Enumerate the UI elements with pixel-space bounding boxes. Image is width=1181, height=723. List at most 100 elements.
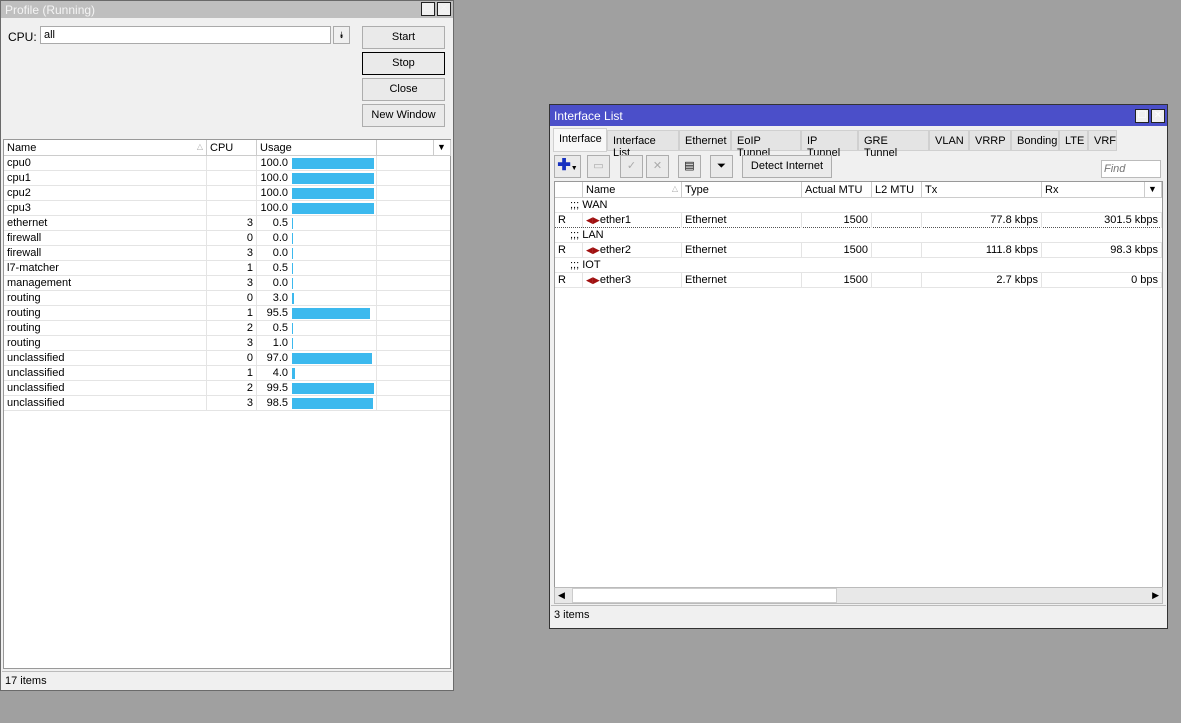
row-cpu: 0 — [207, 231, 257, 246]
column-flags[interactable] — [555, 182, 583, 198]
tab-ethernet[interactable]: Ethernet — [679, 130, 731, 151]
new-window-button[interactable]: New Window — [362, 104, 445, 127]
usage-bar — [292, 173, 374, 184]
profile-title-bar[interactable]: Profile (Running) ☐ ✕ — [1, 1, 453, 18]
table-row[interactable]: cpu0 100.0 — [4, 156, 450, 171]
close-window-button[interactable]: ✕ — [1151, 109, 1165, 123]
column-name[interactable]: Name △ — [583, 182, 682, 198]
table-row[interactable]: firewall 0 0.0 — [4, 231, 450, 246]
column-cpu[interactable]: CPU — [207, 140, 257, 156]
scrollbar-thumb[interactable] — [572, 588, 837, 603]
tab-ip-tunnel[interactable]: IP Tunnel — [801, 130, 858, 159]
column-l2-mtu[interactable]: L2 MTU — [872, 182, 922, 198]
row-name: unclassified — [4, 351, 207, 366]
tab-eoip-tunnel[interactable]: EoIP Tunnel — [731, 130, 801, 159]
remove-button[interactable]: ▭ — [587, 155, 610, 178]
table-row[interactable]: unclassified 1 4.0 — [4, 366, 450, 381]
table-row[interactable]: ethernet 3 0.5 — [4, 216, 450, 231]
row-cpu: 3 — [207, 216, 257, 231]
comment-row[interactable]: ;;; IOT — [555, 258, 1162, 273]
row-cpu: 3 — [207, 396, 257, 411]
maximize-button[interactable]: ☐ — [421, 2, 435, 16]
cpu-select[interactable]: all — [40, 26, 331, 44]
tab-lte[interactable]: LTE — [1059, 130, 1088, 151]
table-row[interactable]: routing 3 1.0 — [4, 336, 450, 351]
table-row[interactable]: cpu3 100.0 — [4, 201, 450, 216]
row-cpu: 0 — [207, 351, 257, 366]
row-name: routing — [4, 291, 207, 306]
detect-internet-button[interactable]: Detect Internet — [742, 155, 832, 178]
maximize-button[interactable]: ☐ — [1135, 109, 1149, 123]
table-row[interactable]: R ◀▶ether3 Ethernet 1500 2.7 kbps 0 bps — [555, 273, 1162, 288]
columns-menu-icon[interactable]: ▼ — [434, 140, 451, 156]
comment-text: ;;; IOT — [570, 259, 601, 271]
row-flag: R — [555, 213, 583, 228]
row-usage: 99.5 — [257, 381, 377, 396]
column-rx[interactable]: Rx — [1042, 182, 1145, 198]
row-usage: 100.0 — [257, 156, 377, 171]
row-name: ethernet — [4, 216, 207, 231]
row-usage: 0.0 — [257, 246, 377, 261]
enable-button[interactable]: ✓ — [620, 155, 643, 178]
table-row[interactable]: unclassified 2 99.5 — [4, 381, 450, 396]
row-name: cpu0 — [4, 156, 207, 171]
usage-bar — [292, 293, 295, 304]
cpu-dropdown-button[interactable]: ⯯ — [333, 26, 350, 44]
scroll-right-icon[interactable]: ▶ — [1152, 590, 1159, 601]
table-row[interactable]: R ◀▶ether2 Ethernet 1500 111.8 kbps 98.3… — [555, 243, 1162, 258]
close-window-button[interactable]: ✕ — [437, 2, 451, 16]
row-cpu: 3 — [207, 336, 257, 351]
table-row[interactable]: cpu2 100.0 — [4, 186, 450, 201]
table-row[interactable]: l7-matcher 1 0.5 — [4, 261, 450, 276]
table-row[interactable]: management 3 0.0 — [4, 276, 450, 291]
column-actual-mtu[interactable]: Actual MTU — [802, 182, 872, 198]
table-row[interactable]: cpu1 100.0 — [4, 171, 450, 186]
column-tx[interactable]: Tx — [922, 182, 1042, 198]
comment-row[interactable]: ;;; LAN — [555, 228, 1162, 243]
row-usage: 0.5 — [257, 321, 377, 336]
comment-row[interactable]: ;;; WAN — [555, 198, 1162, 213]
row-tx: 111.8 kbps — [922, 243, 1042, 258]
filter-button[interactable]: ⏷ — [710, 155, 733, 178]
disable-button[interactable]: ✕ — [646, 155, 669, 178]
tab-vrf[interactable]: VRF — [1088, 130, 1117, 151]
row-l2-mtu — [872, 273, 922, 288]
comment-button[interactable]: ▤ — [678, 155, 701, 178]
table-row[interactable]: routing 2 0.5 — [4, 321, 450, 336]
find-input[interactable] — [1101, 160, 1161, 178]
row-usage: 1.0 — [257, 336, 377, 351]
table-row[interactable]: firewall 3 0.0 — [4, 246, 450, 261]
status-bar: 17 items — [2, 671, 452, 689]
row-cpu — [207, 186, 257, 201]
start-button[interactable]: Start — [362, 26, 445, 49]
columns-menu-icon[interactable]: ▼ — [1145, 182, 1162, 198]
tab-interface[interactable]: Interface — [553, 128, 607, 152]
column-name[interactable]: Name △ — [4, 140, 207, 156]
row-cpu: 1 — [207, 306, 257, 321]
usage-bar — [292, 233, 293, 244]
tab-gre-tunnel[interactable]: GRE Tunnel — [858, 130, 929, 159]
table-row[interactable]: unclassified 0 97.0 — [4, 351, 450, 366]
column-usage[interactable]: Usage — [257, 140, 377, 156]
row-name: routing — [4, 306, 207, 321]
table-row[interactable]: routing 0 3.0 — [4, 291, 450, 306]
table-row[interactable]: routing 1 95.5 — [4, 306, 450, 321]
row-name: unclassified — [4, 381, 207, 396]
comment-text: ;;; WAN — [570, 199, 608, 211]
row-usage: 100.0 — [257, 186, 377, 201]
add-button[interactable]: ✚▼ — [554, 155, 581, 178]
cpu-label: CPU: — [8, 30, 37, 44]
table-row[interactable]: unclassified 3 98.5 — [4, 396, 450, 411]
close-button[interactable]: Close — [362, 78, 445, 101]
horizontal-scrollbar[interactable]: ◀ ▶ — [554, 587, 1163, 604]
tab-interface-list[interactable]: Interface List — [607, 130, 679, 159]
tab-vrrp[interactable]: VRRP — [969, 130, 1011, 151]
interface-title-bar[interactable]: Interface List ☐ ✕ — [550, 105, 1167, 126]
column-type[interactable]: Type — [682, 182, 802, 198]
tab-bonding[interactable]: Bonding — [1011, 130, 1059, 151]
scroll-left-icon[interactable]: ◀ — [558, 590, 565, 601]
table-row[interactable]: R ◀▶ether1 Ethernet 1500 77.8 kbps 301.5… — [555, 213, 1162, 228]
stop-button[interactable]: Stop — [362, 52, 445, 75]
tab-vlan[interactable]: VLAN — [929, 130, 969, 151]
column-empty — [377, 140, 434, 156]
